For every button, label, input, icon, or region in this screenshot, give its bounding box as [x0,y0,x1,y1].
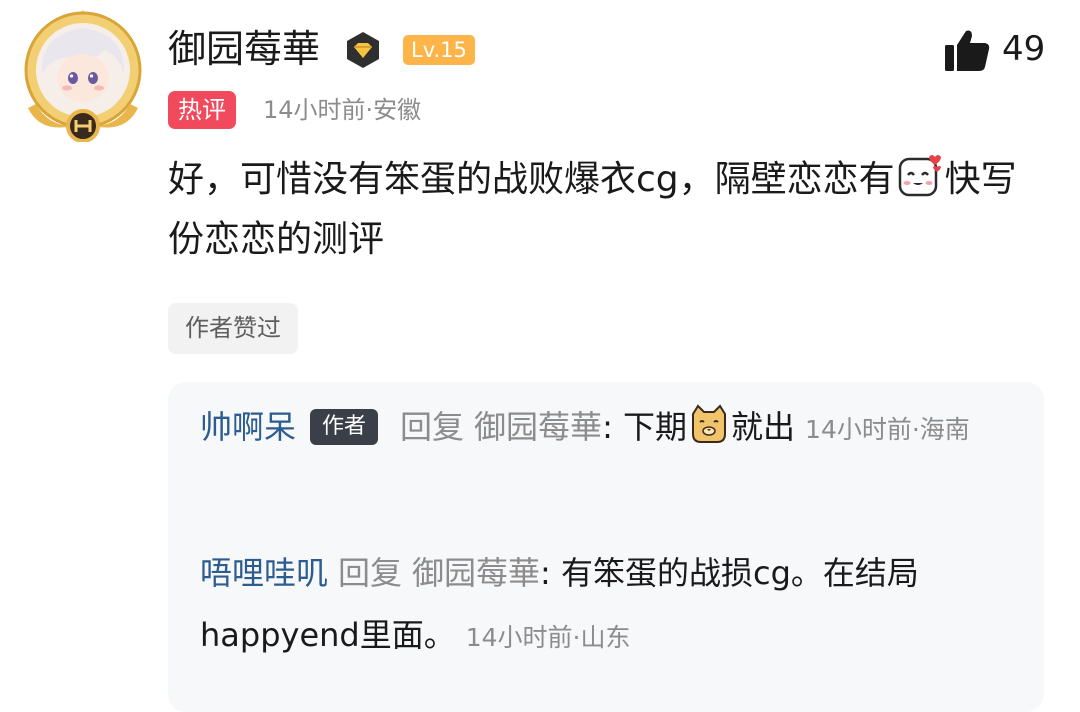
comment-text: 好，可惜没有笨蛋的战败爆衣cg，隔壁恋恋有 快写份恋恋的测评 [168,150,1048,270]
reply-label: 回复 [338,554,403,592]
reply-item[interactable]: 帅啊呆 作者 回复 御园莓華: 下期 就出 14小时前·海南 [200,396,1000,461]
reply-text-after: 就出 [731,408,796,446]
reply-item[interactable]: 唔哩哇叽 回复 御园莓華: 有笨蛋的战损cg。在结局happyend里面。 14小时前… [200,542,1000,669]
hot-comment-badge: 热评 [168,91,236,129]
comment-text-part1: 好，可惜没有笨蛋的战败爆衣cg，隔壁恋恋有 [168,159,895,200]
replies-box: 帅啊呆 作者 回复 御园莓華: 下期 就出 14小时前·海南 唔哩哇叽 回复 御园莓華: 有… [168,382,1044,712]
like-count: 49 [1002,29,1046,69]
level-badge: Lv.15 [403,35,475,65]
author-tag: 作者 [310,409,379,445]
reply-time: 14小时前·山东 [465,623,631,652]
cat-face-icon [692,404,727,443]
thumbs-up-icon[interactable] [944,28,990,72]
reply-author-name[interactable]: 帅啊呆 [200,408,296,446]
author-liked-badge: 作者赞过 [168,303,298,354]
blush-emoji-icon [898,155,941,197]
reply-author-name[interactable]: 唔哩哇叽 [200,554,328,592]
reply-time: 14小时前·海南 [805,415,970,444]
verified-badge-icon [347,32,379,68]
reply-label: 回复 [400,408,465,446]
reply-target[interactable]: 御园莓華 [474,408,602,446]
comment-meta: 14小时前·安徽 [263,96,422,124]
reply-target[interactable]: 御园莓華 [412,554,540,592]
username[interactable]: 御园莓華 [168,24,320,74]
avatar[interactable] [18,8,148,142]
avatar-frame [24,10,142,142]
reply-text-before: : 下期 [602,408,688,446]
